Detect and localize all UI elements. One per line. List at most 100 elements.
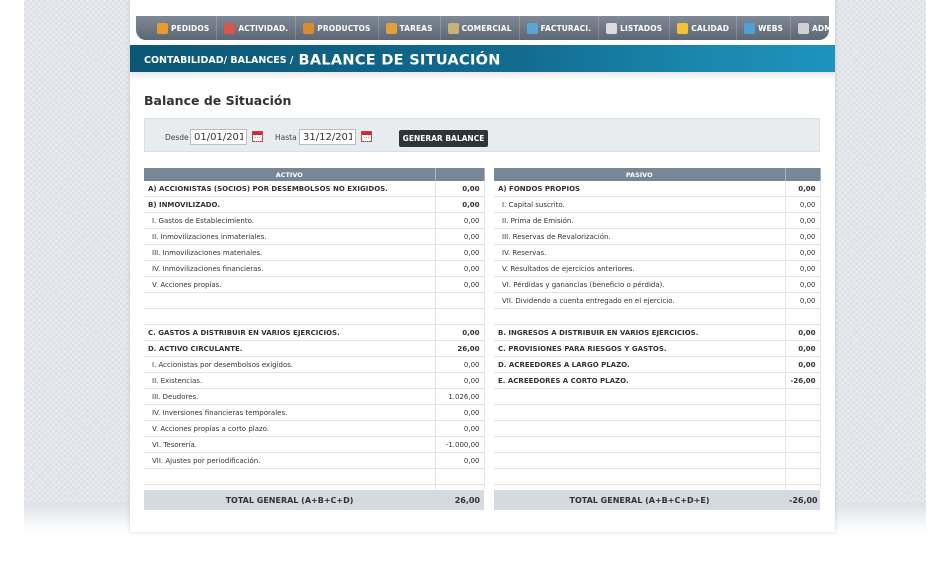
table-row <box>494 308 821 325</box>
nav-item-webs[interactable]: WEBS <box>737 16 792 40</box>
nav-item-productos[interactable]: PRODUCTOS <box>296 16 379 40</box>
products-icon <box>303 22 315 34</box>
handshake-icon <box>447 22 459 34</box>
header-strip <box>130 72 835 80</box>
pasivo-row-value <box>785 420 821 437</box>
pasivo-row-label <box>494 308 786 325</box>
table-row: IV. Reservas. 0,00 <box>494 244 821 261</box>
pasivo-table: PASIVO A) FONDOS PROPIOS 0,00 I. Capital s… <box>494 168 821 510</box>
pasivo-row-label: VI. Pérdidas y ganancias (beneficio o pé… <box>494 276 786 293</box>
pasivo-row-value: 0,00 <box>785 276 821 293</box>
table-row: D. ACREEDORES A LARGO PLAZO. 0,00 <box>494 356 821 373</box>
activo-row-value: 0,00 <box>435 244 485 261</box>
top-navigation-bar: PEDIDOS ACTIVIDAD. PRODUCTOS TAREAS COMERCIA… <box>136 16 829 40</box>
pasivo-row-value: 0,00 <box>785 212 821 229</box>
table-row <box>494 388 821 405</box>
table-row: III. Deudores. 1.026,00 <box>144 388 485 405</box>
pasivo-row-value: 0,00 <box>785 181 821 197</box>
hasta-date-input[interactable] <box>299 129 356 145</box>
table-row: IV. Inmovilizaciones financieras. 0,00 <box>144 260 485 277</box>
table-row: II. Prima de Emisión. 0,00 <box>494 212 821 229</box>
activo-row-value: 0,00 <box>435 372 485 389</box>
nav-item-comercial[interactable]: COMERCIAL <box>441 16 520 40</box>
table-row: A) ACCIONISTAS (SOCIOS) POR DESEMBOLSOS … <box>144 181 485 197</box>
pasivo-row-value: 0,00 <box>785 196 821 213</box>
nav-item-calidad[interactable]: CALIDAD <box>670 16 738 40</box>
nav-item-facturaci[interactable]: FACTURACI. <box>520 16 600 40</box>
table-row <box>494 468 821 485</box>
activo-row-label: IV. Inversiones financieras temporales. <box>144 404 436 421</box>
nav-item-label: FACTURACI. <box>540 23 592 33</box>
table-row: V. Acciones propias a corto plazo. 0,00 <box>144 420 485 437</box>
table-row <box>144 292 485 309</box>
pasivo-row-value <box>785 468 821 485</box>
pasivo-row-label: B. INGRESOS A DISTRIBUIR EN VARIOS EJERC… <box>494 324 786 341</box>
nav-item-tareas[interactable]: TAREAS <box>379 16 441 40</box>
nav-item-actividad[interactable]: ACTIVIDAD. <box>217 16 297 40</box>
activo-row-label: B) INMOVILIZADO. <box>144 196 436 213</box>
nav-item-listados[interactable]: LISTADOS <box>599 16 671 40</box>
star-icon <box>677 22 689 34</box>
calendar-icon[interactable] <box>252 131 263 142</box>
activo-row-label <box>144 468 436 485</box>
activo-row-value <box>435 308 485 325</box>
activo-total-label: TOTAL GENERAL (A+B+C+D) <box>144 490 435 510</box>
section-header: CONTABILIDAD/ BALANCES / BALANCE DE SITU… <box>130 45 835 72</box>
desde-date-input[interactable] <box>190 129 247 145</box>
activo-row-value: 0,00 <box>435 212 485 229</box>
activo-row-label: III. Inmovilizaciones materiales. <box>144 244 436 261</box>
activo-row-label: D. ACTIVO CIRCULANTE. <box>144 340 436 357</box>
activo-row-label: VII. Ajustes por periodificación. <box>144 452 436 469</box>
nav-item-label: CALIDAD <box>691 23 730 33</box>
pasivo-value-header <box>785 168 821 181</box>
nav-item-pedidos[interactable]: PEDIDOS <box>150 16 218 40</box>
billing-icon <box>526 22 538 34</box>
table-row <box>494 436 821 453</box>
activo-row-value <box>435 468 485 485</box>
nav-item-label: ADMINISTR. <box>812 23 829 33</box>
table-row <box>494 452 821 469</box>
desde-label: Desde <box>165 133 189 142</box>
table-row: IV. Inversiones financieras temporales. 0… <box>144 404 485 421</box>
nav-item-administr[interactable]: ADMINISTR. <box>791 16 829 40</box>
table-row: B. INGRESOS A DISTRIBUIR EN VARIOS EJERC… <box>494 324 821 341</box>
table-row: C. GASTOS A DISTRIBUIR EN VARIOS EJERCIC… <box>144 324 485 341</box>
activo-row-value: 0,00 <box>435 356 485 373</box>
activo-row-value: 0,00 <box>435 420 485 437</box>
activo-row-label: III. Deudores. <box>144 388 436 405</box>
pasivo-row-label <box>494 388 786 405</box>
pasivo-total-row: TOTAL GENERAL (A+B+C+D+E) -26,00 <box>494 490 820 510</box>
table-row <box>494 404 821 421</box>
pasivo-row-value: 0,00 <box>785 340 821 357</box>
lists-icon <box>606 22 618 34</box>
breadcrumb-path[interactable]: CONTABILIDAD/ BALANCES / <box>144 55 293 66</box>
table-row: VII. Dividendo a cuenta entregado en el … <box>494 292 821 309</box>
pasivo-row-label: V. Resultados de ejercicios anteriores. <box>494 260 786 277</box>
table-row: III. Inmovilizaciones materiales. 0,00 <box>144 244 485 261</box>
generate-balance-button[interactable]: GENERAR BALANCE <box>399 130 488 147</box>
nav-item-label: COMERCIAL <box>461 23 512 33</box>
activo-row-value <box>435 292 485 309</box>
table-row: II. Inmovilizaciones inmateriales. 0,00 <box>144 228 485 245</box>
pasivo-row-value: 0,00 <box>785 244 821 261</box>
table-row: III. Reservas de Revalorización. 0,00 <box>494 228 821 245</box>
calendar-icon[interactable] <box>361 131 372 142</box>
activo-total-row: TOTAL GENERAL (A+B+C+D) 26,00 <box>144 490 484 510</box>
table-row: VI. Pérdidas y ganancias (beneficio o pé… <box>494 276 821 293</box>
table-row <box>144 308 485 325</box>
table-row <box>144 468 485 485</box>
activo-row-label: A) ACCIONISTAS (SOCIOS) POR DESEMBOLSOS … <box>144 181 436 197</box>
table-row: I. Capital suscrito. 0,00 <box>494 196 821 213</box>
pasivo-row-value: 0,00 <box>785 228 821 245</box>
activo-row-value: 26,00 <box>435 340 485 357</box>
activo-row-value: 1.026,00 <box>435 388 485 405</box>
pasivo-row-value <box>785 436 821 453</box>
main-page: PEDIDOS ACTIVIDAD. PRODUCTOS TAREAS COMERCIA… <box>130 0 835 532</box>
pasivo-row-label <box>494 404 786 421</box>
pasivo-header: PASIVO <box>494 168 786 181</box>
pasivo-total-value: -26,00 <box>785 490 820 510</box>
activo-row-label: II. Inmovilizaciones inmateriales. <box>144 228 436 245</box>
activo-row-value: 0,00 <box>435 196 485 213</box>
activo-row-value: 0,00 <box>435 228 485 245</box>
table-row: V. Acciones propias. 0,00 <box>144 276 485 293</box>
